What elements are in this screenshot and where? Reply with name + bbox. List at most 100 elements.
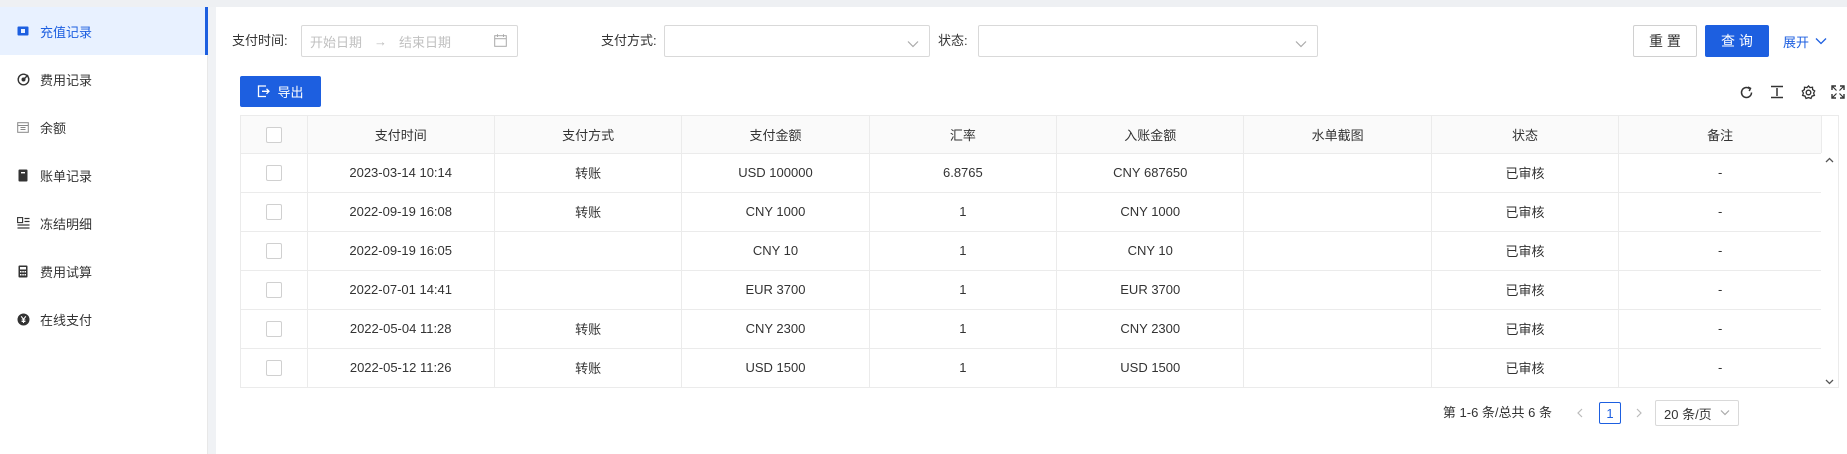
chevron-down-icon (1295, 36, 1307, 51)
chevron-down-icon (907, 36, 919, 51)
column-header[interactable]: 水单截图 (1243, 116, 1432, 154)
cell-note: - (1618, 231, 1822, 271)
receipt-icon (16, 168, 30, 182)
sidebar-item-bill-records[interactable]: 账单记录 (0, 151, 207, 199)
sidebar-item-label: 余额 (40, 120, 67, 136)
next-page-button[interactable] (1629, 400, 1649, 426)
top-strip (0, 0, 1847, 7)
column-header[interactable]: 支付时间 (307, 116, 495, 154)
cell-note: - (1618, 309, 1822, 349)
cell-note: - (1618, 192, 1822, 232)
table-row[interactable]: 2022-09-19 16:08 转账 CNY 1000 1 CNY 1000 已审核 - (241, 192, 1822, 232)
table-scrollbar[interactable] (1821, 153, 1838, 387)
scroll-down-icon[interactable] (1825, 379, 1834, 385)
records-table: 支付时间 支付方式 支付金额 汇率 入账金额 水单截图 状态 备注 2023-0… (240, 115, 1839, 388)
calculator-icon (16, 264, 30, 278)
refresh-icon[interactable] (1737, 83, 1755, 101)
sidebar-item-online-payment[interactable]: 在线支付 (0, 295, 207, 343)
cell-receipt (1243, 153, 1432, 193)
cell-method: 转账 (494, 348, 683, 387)
export-icon (258, 85, 271, 98)
column-header[interactable]: 入账金额 (1056, 116, 1245, 154)
table-row[interactable]: 2022-07-01 14:41 EUR 3700 1 EUR 3700 已审核 - (241, 270, 1822, 310)
pay-method-select[interactable] (664, 25, 930, 57)
pay-method-label: 支付方式: (601, 33, 657, 48)
cell-amount: EUR 3700 (681, 270, 870, 310)
cell-note: - (1618, 153, 1822, 193)
table-row[interactable]: 2023-03-14 10:14 转账 USD 100000 6.8765 CNY 68… (241, 153, 1822, 193)
row-checkbox[interactable] (265, 281, 282, 298)
arrow-right-icon: → (374, 33, 388, 49)
cell-status: 已审核 (1431, 192, 1620, 232)
cell-credited: CNY 1000 (1056, 192, 1245, 232)
page-size-label: 20 条/页 (1664, 406, 1712, 422)
page-number-current[interactable]: 1 (1599, 402, 1621, 424)
table-row[interactable]: 2022-05-12 11:26 转账 USD 1500 1 USD 1500 已审核 - (241, 348, 1822, 387)
cell-time: 2022-07-01 14:41 (307, 270, 495, 310)
column-header[interactable]: 支付方式 (494, 116, 683, 154)
table-header-row: 支付时间 支付方式 支付金额 汇率 入账金额 水单截图 状态 备注 (241, 116, 1822, 154)
sidebar-item-label: 费用试算 (40, 264, 93, 280)
column-height-icon[interactable] (1768, 83, 1786, 101)
date-range-picker[interactable]: 开始日期 → 结束日期 (301, 25, 518, 57)
table-row[interactable]: 2022-09-19 16:05 CNY 10 1 CNY 10 已审核 - (241, 231, 1822, 271)
fullscreen-icon[interactable] (1829, 83, 1847, 101)
cell-note: - (1618, 270, 1822, 310)
cell-amount: CNY 10 (681, 231, 870, 271)
page-size-select[interactable]: 20 条/页 (1655, 400, 1739, 426)
row-checkbox[interactable] (265, 242, 282, 259)
cell-credited: USD 1500 (1056, 348, 1245, 387)
end-date-input[interactable]: 结束日期 (399, 32, 451, 51)
sidebar-item-frozen-details[interactable]: 冻结明细 (0, 199, 207, 247)
status-label: 状态: (938, 33, 968, 48)
chevron-right-icon (1636, 408, 1642, 418)
chevron-down-icon (1815, 38, 1827, 45)
filter-bar: 支付时间: 开始日期 → 结束日期 支付方式: 状态: (216, 25, 1847, 57)
query-button[interactable]: 查 询 (1705, 25, 1769, 57)
row-checkbox[interactable] (265, 320, 282, 337)
cell-credited: CNY 2300 (1056, 309, 1245, 349)
settings-icon[interactable] (1799, 83, 1817, 101)
row-select-cell (241, 192, 308, 232)
pagination-total: 第 1-6 条/总共 6 条 (1442, 405, 1552, 420)
row-checkbox[interactable] (265, 203, 282, 220)
cell-rate: 6.8765 (869, 153, 1058, 193)
cell-receipt (1243, 231, 1432, 271)
sidebar-item-recharge-records[interactable]: 充值记录 (0, 7, 208, 55)
sidebar-item-label: 充值记录 (40, 24, 93, 40)
cell-time: 2023-03-14 10:14 (307, 153, 495, 193)
cell-method (494, 270, 683, 310)
column-header[interactable]: 状态 (1431, 116, 1620, 154)
sidebar-item-balance[interactable]: 余额 (0, 103, 207, 151)
sidebar-item-label: 冻结明细 (40, 216, 93, 232)
prev-page-button[interactable] (1570, 400, 1590, 426)
start-date-input[interactable]: 开始日期 (310, 32, 362, 51)
row-select-cell (241, 348, 308, 387)
sidebar-item-fee-estimation[interactable]: 费用试算 (0, 247, 207, 295)
scroll-up-icon[interactable] (1825, 157, 1834, 163)
row-checkbox[interactable] (265, 359, 282, 376)
sidebar-item-fee-records[interactable]: 费用记录 (0, 55, 207, 103)
reset-button[interactable]: 重 置 (1633, 25, 1697, 57)
expand-toggle[interactable]: 展开 (1783, 25, 1827, 57)
expand-label: 展开 (1783, 34, 1810, 50)
cell-rate: 1 (869, 192, 1058, 232)
cell-status: 已审核 (1431, 231, 1620, 271)
table-row[interactable]: 2022-05-04 11:28 转账 CNY 2300 1 CNY 2300 已审核 - (241, 309, 1822, 349)
cell-status: 已审核 (1431, 309, 1620, 349)
cell-receipt (1243, 270, 1432, 310)
column-header[interactable]: 汇率 (869, 116, 1058, 154)
cell-method: 转账 (494, 192, 683, 232)
column-header[interactable]: 支付金额 (681, 116, 870, 154)
sidebar-item-label: 账单记录 (40, 168, 93, 184)
chevron-down-icon (1720, 410, 1730, 416)
row-checkbox[interactable] (265, 164, 282, 181)
status-select[interactable] (978, 25, 1318, 57)
sidebar-item-label: 在线支付 (40, 312, 93, 328)
column-header[interactable]: 备注 (1618, 116, 1822, 154)
cell-amount: USD 1500 (681, 348, 870, 387)
export-button[interactable]: 导出 (240, 76, 321, 107)
select-all-checkbox[interactable] (265, 126, 282, 143)
cell-amount: USD 100000 (681, 153, 870, 193)
list-icon (16, 216, 30, 230)
